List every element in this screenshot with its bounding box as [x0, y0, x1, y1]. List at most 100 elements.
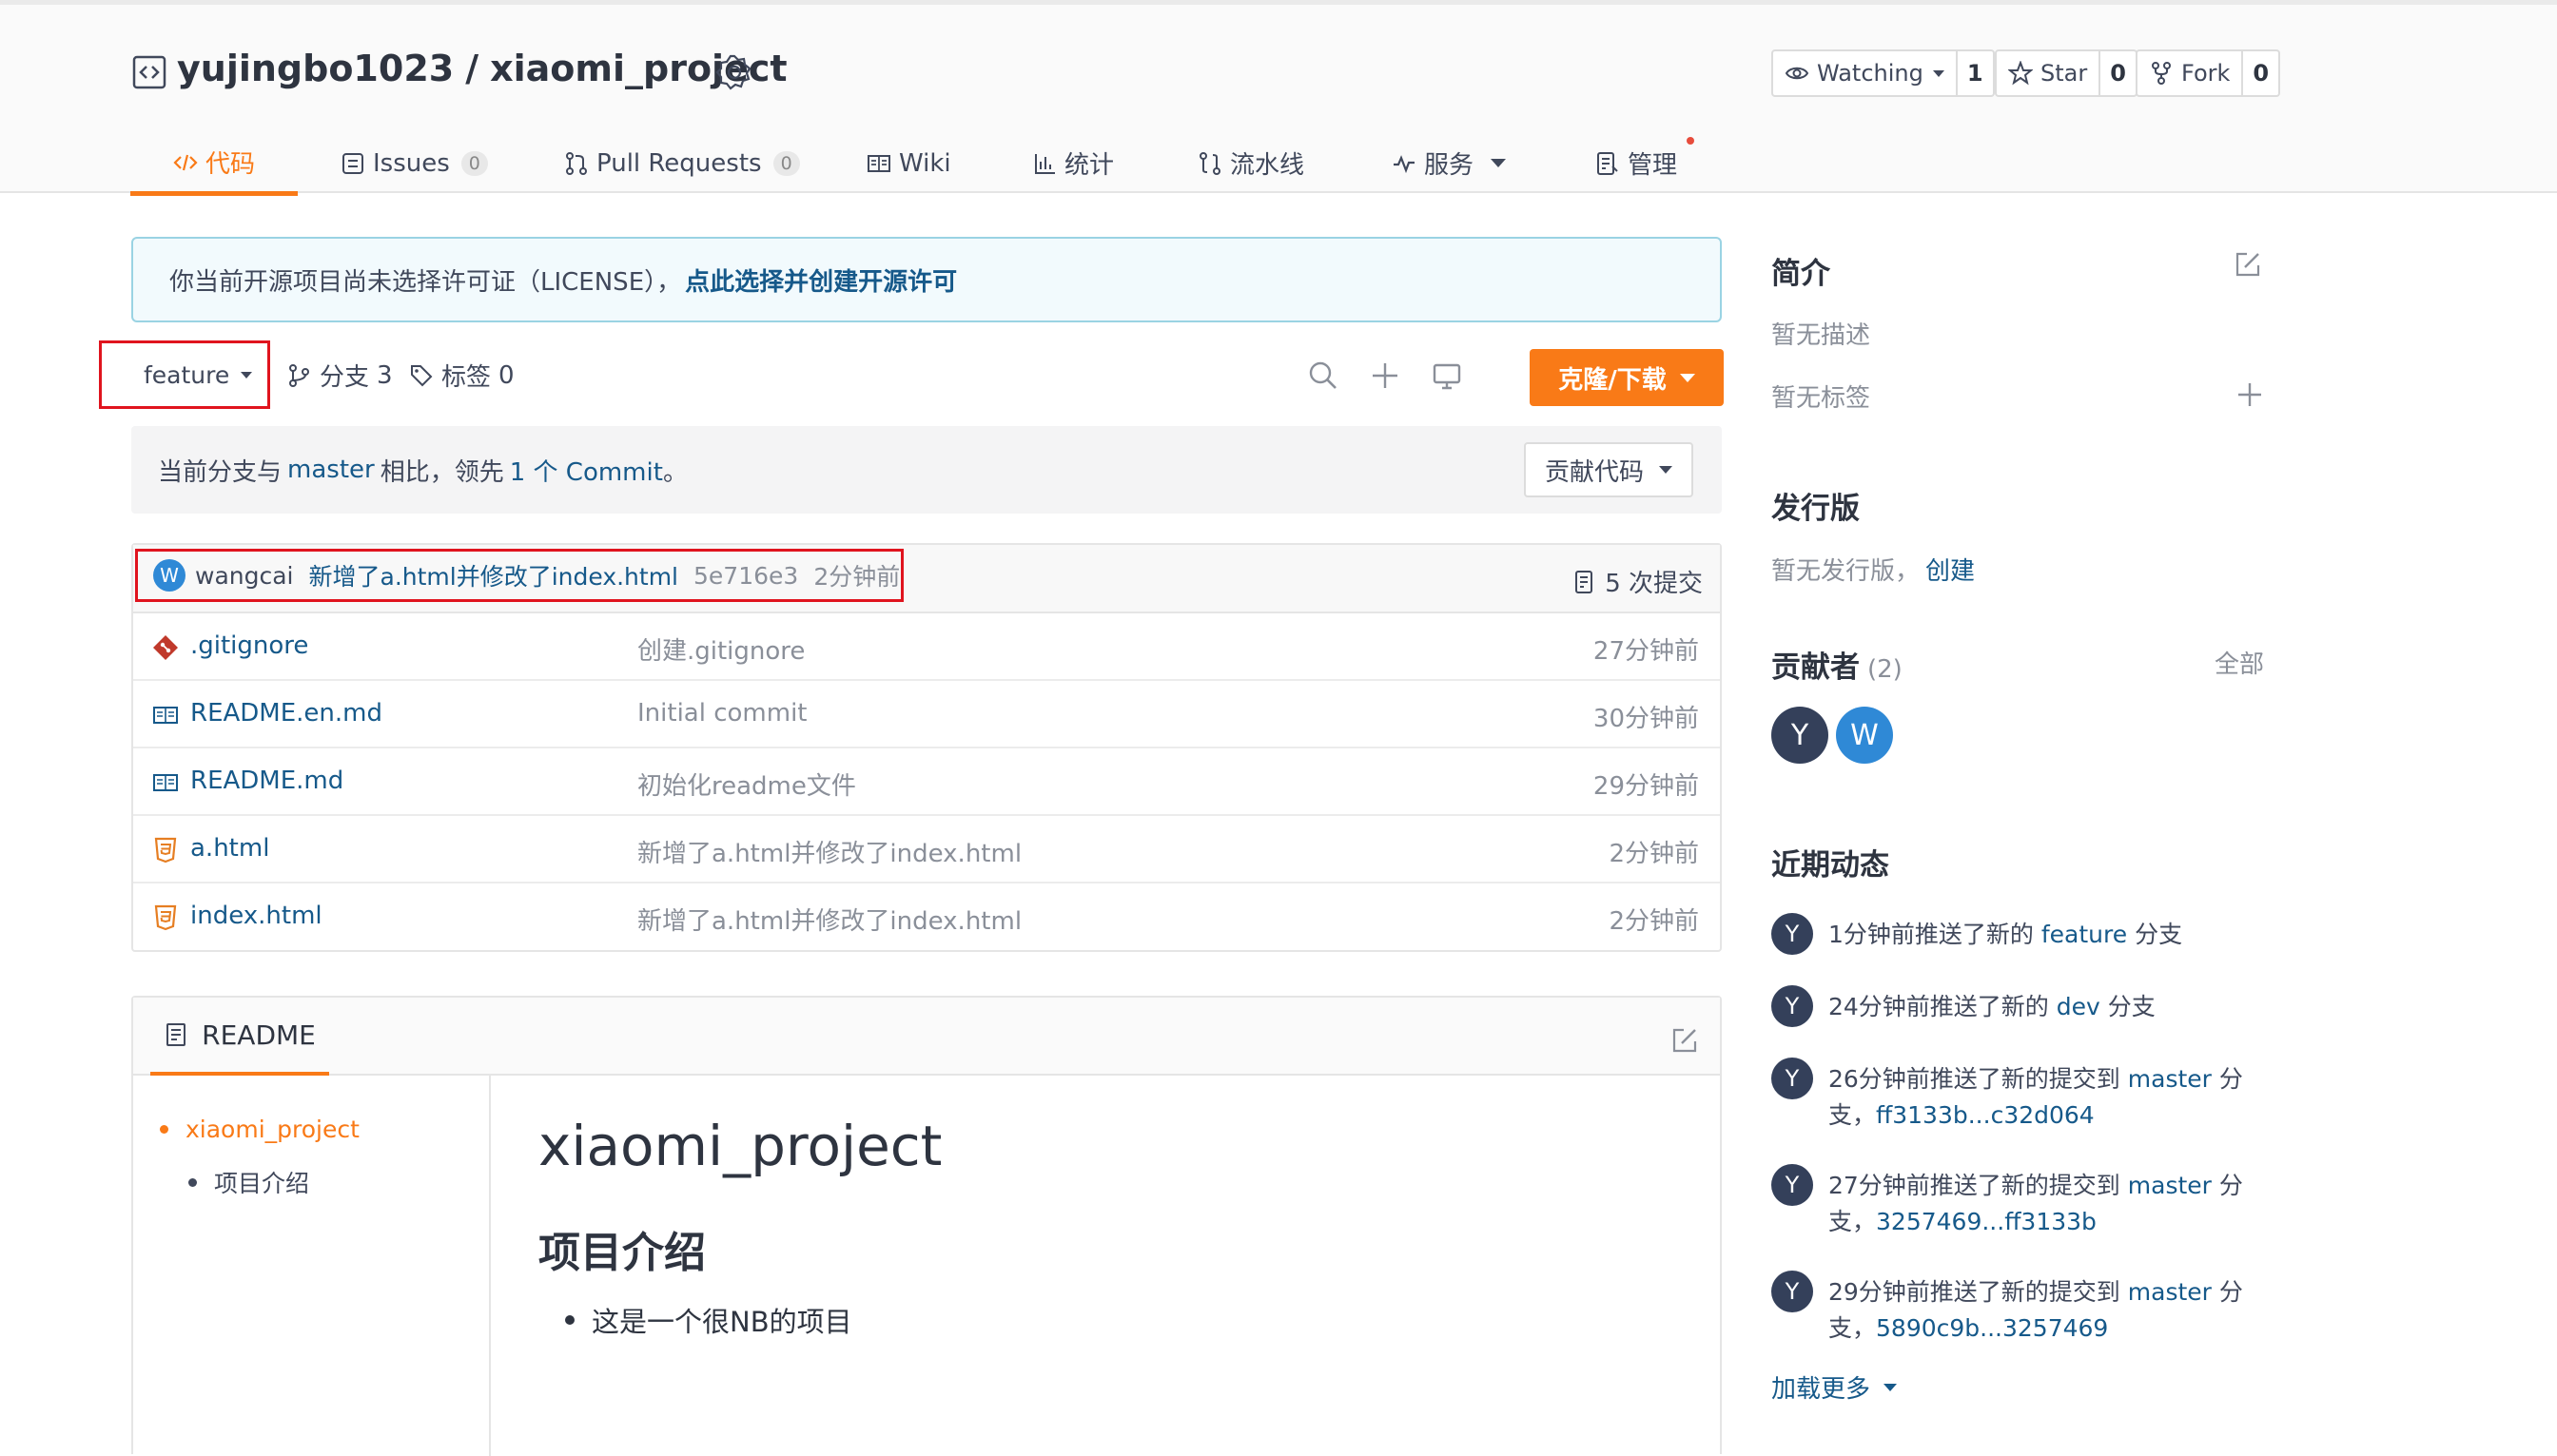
manage-icon — [1597, 151, 1618, 175]
tags-label: 标签 — [441, 363, 492, 392]
file-commit-message[interactable]: 新增了a.html并修改了index.html — [637, 902, 1022, 937]
gvp-badge-icon[interactable] — [715, 53, 753, 91]
edit-icon[interactable] — [1670, 1026, 1699, 1055]
activity-branch-link[interactable]: master — [2128, 1278, 2212, 1306]
readme-list-item: 这是一个很NB的项目 — [565, 1300, 852, 1340]
file-commit-message[interactable]: 初始化readme文件 — [637, 767, 856, 802]
latest-commit-bar: W wangcai 新增了a.html并修改了index.html 5e716e… — [133, 545, 1720, 613]
tab-stats[interactable]: 统计 — [1032, 133, 1114, 193]
toc-item[interactable]: 项目介绍 — [188, 1165, 309, 1199]
commit-history-link[interactable]: 5 次提交 — [1572, 564, 1703, 599]
file-name[interactable]: README.md — [190, 767, 343, 795]
file-row[interactable]: .gitignore 创建.gitignore 27分钟前 — [133, 613, 1720, 681]
web-ide-icon[interactable] — [1431, 359, 1463, 392]
activity-text: 24分钟前推送了新的 — [1828, 993, 2049, 1020]
contributors-title: 贡献者 (2) — [1771, 643, 1903, 686]
tab-pipeline[interactable]: 流水线 — [1198, 133, 1304, 193]
clone-download-button[interactable]: 克隆/下载 — [1530, 349, 1724, 406]
branch-icon — [289, 363, 309, 387]
no-releases-text: 暂无发行版， — [1771, 557, 1921, 586]
file-name[interactable]: a.html — [190, 834, 269, 863]
no-releases-row: 暂无发行版， 创建 — [1771, 552, 1975, 587]
load-more-label: 加载更多 — [1771, 1375, 1871, 1404]
file-commit-message[interactable]: Initial commit — [637, 699, 807, 728]
watch-control: Watching 1 — [1771, 49, 1995, 97]
license-notice: 你当前开源项目尚未选择许可证（LICENSE）， 点此选择并创建开源许可 — [131, 237, 1722, 322]
chevron-down-icon — [1679, 373, 1695, 382]
activity-branch-link[interactable]: master — [2128, 1172, 2212, 1199]
tab-wiki-label: Wiki — [899, 148, 951, 178]
watch-count[interactable]: 1 — [1957, 49, 1995, 97]
commit-author[interactable]: wangcai — [195, 562, 294, 590]
file-commit-message[interactable]: 新增了a.html并修改了index.html — [637, 834, 1022, 869]
create-release-link[interactable]: 创建 — [1925, 557, 1975, 586]
file-row[interactable]: a.html 新增了a.html并修改了index.html 2分钟前 — [133, 816, 1720, 883]
edit-icon[interactable] — [2234, 250, 2262, 279]
tab-service-label: 服务 — [1424, 151, 1474, 180]
commit-sha[interactable]: 5e716e3 — [693, 562, 798, 590]
tab-manage-label: 管理 — [1628, 151, 1678, 180]
commit-message[interactable]: 新增了a.html并修改了index.html — [309, 558, 679, 592]
avatar[interactable]: W — [1836, 707, 1893, 764]
all-contributors-link[interactable]: 全部 — [2215, 645, 2264, 680]
activity-text: 29分钟前推送了新的提交到 — [1828, 1278, 2120, 1306]
add-file-icon[interactable] — [1369, 359, 1401, 392]
add-tag-icon[interactable] — [2235, 380, 2264, 409]
compare-ahead-commits[interactable]: 1 个 Commit — [510, 453, 663, 488]
file-row[interactable]: README.en.md Initial commit 30分钟前 — [133, 681, 1720, 748]
avatar[interactable]: W — [153, 559, 185, 592]
avatar[interactable]: Y — [1771, 1164, 1813, 1206]
file-name[interactable]: README.en.md — [190, 699, 382, 728]
html5-icon — [154, 904, 177, 931]
readme-tab-label: README — [202, 1019, 316, 1051]
tab-issues[interactable]: Issues 0 — [341, 133, 488, 193]
file-commit-message[interactable]: 创建.gitignore — [637, 631, 805, 667]
activity-commit-range-link[interactable]: ff3133b...c32d064 — [1876, 1101, 2095, 1129]
activity-commit-range-link[interactable]: 3257469...ff3133b — [1876, 1208, 2097, 1235]
file-name[interactable]: .gitignore — [190, 631, 308, 660]
code-icon — [173, 154, 198, 170]
search-icon[interactable] — [1307, 359, 1339, 392]
file-name[interactable]: index.html — [190, 902, 322, 930]
tab-manage[interactable]: 管理 — [1595, 133, 1695, 193]
tab-readme[interactable]: README — [150, 998, 329, 1076]
compare-base-branch[interactable]: master — [287, 456, 375, 484]
activity-text-suffix: 分支 — [2107, 993, 2156, 1020]
avatar[interactable]: Y — [1771, 1271, 1813, 1312]
file-row[interactable]: README.md 初始化readme文件 29分钟前 — [133, 748, 1720, 816]
fork-count[interactable]: 0 — [2243, 49, 2281, 97]
readme-toc: xiaomi_project 项目介绍 — [133, 1076, 491, 1456]
contributors-title-label: 贡献者 — [1771, 650, 1860, 685]
file-row[interactable]: index.html 新增了a.html并修改了index.html 2分钟前 — [133, 883, 1720, 951]
activity-commit-range-link[interactable]: 5890c9b...3257469 — [1876, 1314, 2108, 1342]
activity-branch-link[interactable]: feature — [2041, 921, 2127, 948]
load-more-button[interactable]: 加载更多 — [1771, 1369, 1898, 1405]
watch-button[interactable]: Watching — [1771, 49, 1958, 97]
activity-branch-link[interactable]: master — [2128, 1065, 2212, 1093]
avatar[interactable]: Y — [1771, 1058, 1813, 1099]
tab-code[interactable]: 代码 — [130, 133, 298, 196]
file-time: 2分钟前 — [1609, 840, 1699, 868]
avatar[interactable]: Y — [1771, 913, 1813, 955]
avatar[interactable]: Y — [1771, 985, 1813, 1027]
tags-link[interactable]: 标签 0 — [409, 358, 515, 393]
contribute-button[interactable]: 贡献代码 — [1524, 442, 1693, 497]
tab-pull-requests[interactable]: Pull Requests 0 — [564, 133, 800, 193]
branches-link[interactable]: 分支 3 — [287, 358, 393, 393]
pipeline-icon — [1200, 151, 1220, 175]
tab-wiki[interactable]: Wiki — [867, 133, 951, 193]
activity-title: 近期动态 — [1771, 848, 1889, 883]
star-count[interactable]: 0 — [2100, 49, 2137, 97]
repo-owner-link[interactable]: yujingbo1023 — [177, 48, 454, 89]
fork-button[interactable]: Fork — [2136, 49, 2244, 97]
tab-service[interactable]: 服务 — [1392, 133, 1507, 193]
clone-download-label: 克隆/下载 — [1558, 365, 1667, 395]
toc-item[interactable]: xiaomi_project — [160, 1116, 360, 1143]
pull-requests-count-badge: 0 — [772, 150, 800, 176]
branch-selector[interactable]: feature — [99, 340, 270, 409]
star-button[interactable]: Star — [1995, 49, 2101, 97]
license-create-link[interactable]: 点此选择并创建开源许可 — [685, 262, 957, 298]
activity-branch-link[interactable]: dev — [2057, 993, 2100, 1020]
contribute-label: 贡献代码 — [1544, 457, 1644, 487]
avatar[interactable]: Y — [1771, 707, 1828, 764]
